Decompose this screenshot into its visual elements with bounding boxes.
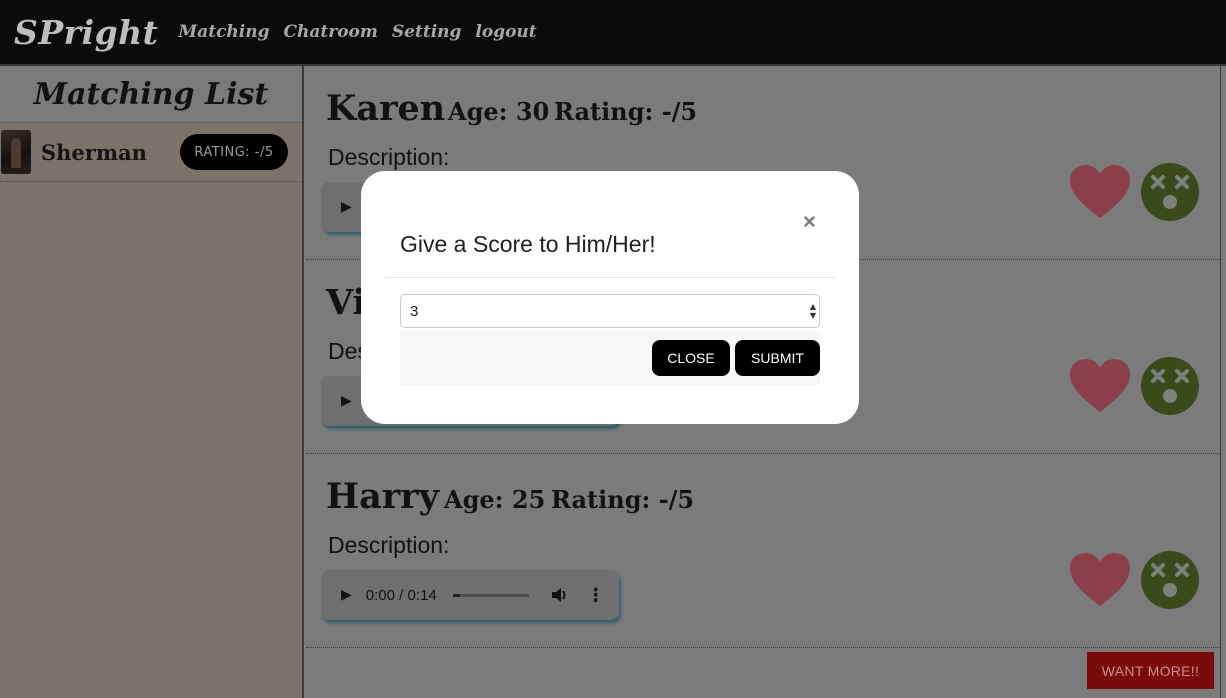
score-select-value: 3: [410, 302, 419, 320]
want-more-button[interactable]: WANT MORE!!: [1087, 652, 1214, 689]
profile-card: Harry Age: 25 Rating: -/5 Description: ▶…: [306, 454, 1220, 648]
profile-age: Age: 25: [444, 485, 546, 514]
profile-age: Age: 30: [448, 97, 550, 126]
avatar: [1, 130, 31, 174]
modal-footer: CLOSE SUBMIT: [400, 331, 820, 385]
score-select[interactable]: 3 ▲ ▼: [400, 294, 820, 328]
top-navbar: SPright Matching Chatroom Setting logout: [0, 0, 1226, 66]
chevron-updown-icon: ▲ ▼: [809, 302, 816, 320]
rating-badge-button[interactable]: RATING: -/5: [180, 134, 288, 170]
profile-name: Karen: [326, 88, 446, 129]
nav-link-chatroom[interactable]: Chatroom: [284, 22, 378, 42]
profile-rating: Rating: -/5: [554, 97, 698, 126]
close-button[interactable]: CLOSE: [652, 340, 730, 376]
more-vertical-icon[interactable]: ⋮: [587, 585, 605, 606]
heart-icon[interactable]: [1069, 358, 1131, 418]
audio-player[interactable]: ▶ 0:00 / 0:14 ⋮: [321, 570, 619, 620]
profile-name: Vi: [326, 282, 366, 323]
volume-icon[interactable]: [551, 587, 569, 603]
matching-list-sidebar: Matching List Sherman RATING: -/5: [0, 66, 304, 698]
modal-title: Give a Score to Him/Her!: [400, 231, 656, 257]
play-icon[interactable]: ▶: [341, 587, 352, 603]
profile-name: Harry: [326, 476, 439, 517]
divider: [385, 277, 835, 278]
nav-link-logout[interactable]: logout: [475, 22, 536, 42]
nav-link-matching[interactable]: Matching: [178, 22, 269, 42]
sidebar-title: Matching List: [0, 66, 302, 123]
submit-button[interactable]: SUBMIT: [735, 340, 820, 376]
sidebar-item-sherman[interactable]: Sherman RATING: -/5: [0, 123, 302, 182]
heart-icon[interactable]: [1069, 552, 1131, 612]
audio-progress: [452, 593, 461, 597]
sidebar-item-name: Sherman: [41, 139, 147, 165]
play-icon[interactable]: ▶: [341, 393, 352, 409]
profile-rating: Rating: -/5: [551, 485, 695, 514]
profile-description: Description:: [328, 144, 450, 170]
nav-link-setting[interactable]: Setting: [392, 22, 462, 42]
score-modal: × Give a Score to Him/Her! 3 ▲ ▼ CLOSE SU…: [361, 171, 859, 424]
audio-seek-bar[interactable]: [452, 593, 529, 597]
dizzy-face-icon[interactable]: [1140, 550, 1200, 614]
dizzy-face-icon[interactable]: [1140, 356, 1200, 420]
play-icon[interactable]: ▶: [341, 199, 352, 215]
dizzy-face-icon[interactable]: [1140, 162, 1200, 226]
profile-description: Description:: [328, 532, 450, 558]
audio-time: 0:00 / 0:14: [365, 586, 437, 604]
brand-logo[interactable]: SPright: [14, 13, 158, 52]
close-icon[interactable]: ×: [803, 209, 816, 235]
heart-icon[interactable]: [1069, 164, 1131, 224]
